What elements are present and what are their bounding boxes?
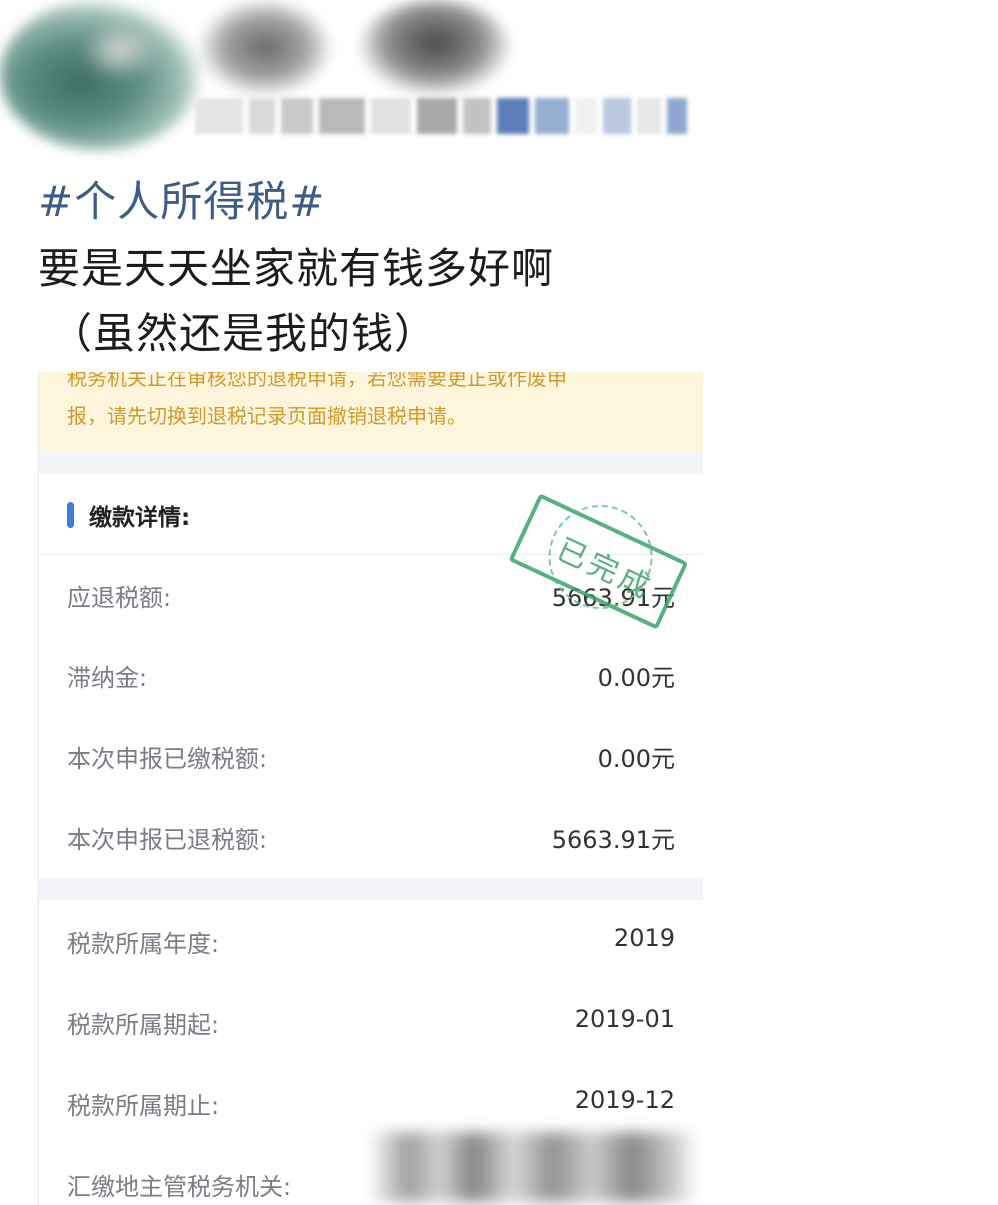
row-label: 税款所属年度: [67, 930, 220, 958]
row-label: 汇缴地主管税务机关: [67, 1173, 292, 1201]
row-label: 税款所属期起: [67, 1011, 220, 1039]
row-value: 2019 [613, 924, 675, 952]
detail-row-late-fee: 滞纳金: 0.00元 [39, 644, 703, 704]
obscured-name-scribble [360, 0, 510, 95]
refund-notice-banner: 税务机关正在审核您的退税申请，若您需要更正或作废申 报，请先切换到退税记录页面撤… [39, 372, 703, 452]
section-divider [39, 452, 703, 474]
detail-row-tax-year: 税款所属年度: 2019 [39, 910, 703, 970]
row-value: 0.00元 [597, 664, 675, 692]
obscured-authority-value [368, 1132, 698, 1202]
row-value: 5663.91元 [551, 826, 675, 854]
obscured-username [195, 98, 687, 134]
row-value: 2019-01 [574, 1005, 675, 1033]
row-label: 税款所属期止: [67, 1092, 220, 1120]
detail-row-period-end: 税款所属期止: 2019-12 [39, 1072, 703, 1132]
section-title: 缴款详情: [89, 505, 191, 531]
row-label: 本次申报已退税额: [67, 826, 268, 854]
detail-row-paid-tax: 本次申报已缴税额: 0.00元 [39, 725, 703, 785]
section-accent-bar [67, 502, 74, 528]
row-value: 2019-12 [574, 1086, 675, 1114]
row-label: 本次申报已缴税额: [67, 745, 268, 773]
detail-row-period-start: 税款所属期起: 2019-01 [39, 991, 703, 1051]
notice-text: 报，请先切换到退税记录页面撤销退税申请。 [67, 404, 467, 428]
post-text: 要是天天坐家就有钱多好啊 [38, 244, 555, 293]
avatar-highlight [80, 20, 160, 80]
post-hashtag[interactable]: #个人所得税# [38, 168, 325, 229]
section-divider [39, 878, 703, 900]
row-label: 应退税额: [67, 584, 172, 612]
obscured-name-scribble [200, 0, 330, 95]
row-label: 滞纳金: [67, 664, 148, 692]
row-value: 0.00元 [597, 745, 675, 773]
detail-row-refunded-tax: 本次申报已退税额: 5663.91元 [39, 806, 703, 866]
tax-app-screenshot: 税务机关正在审核您的退税申请，若您需要更正或作废申 报，请先切换到退税记录页面撤… [38, 372, 703, 1205]
post-text: （虽然还是我的钱） [50, 309, 438, 358]
notice-text: 税务机关正在审核您的退税申请，若您需要更正或作废申 [67, 372, 567, 390]
